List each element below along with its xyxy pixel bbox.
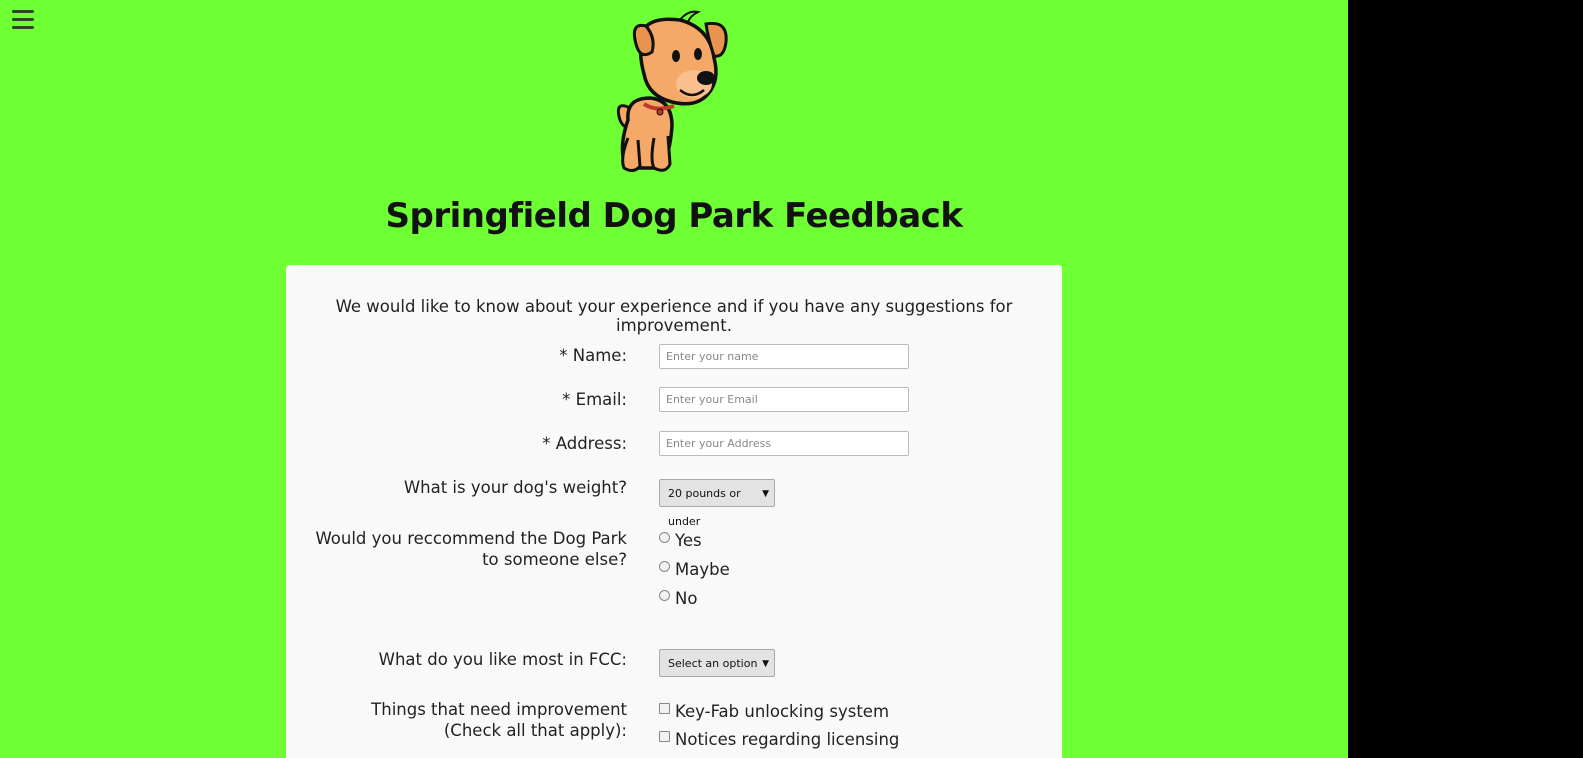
email-input[interactable] bbox=[659, 387, 909, 412]
option-label-keyfab: Key-Fab unlocking system bbox=[675, 702, 890, 721]
form-intro: We would like to know about your experie… bbox=[335, 297, 1013, 335]
address-input[interactable] bbox=[659, 431, 909, 456]
like-most-select-value: Select an option bbox=[668, 657, 758, 670]
page-title: Springfield Dog Park Feedback bbox=[385, 196, 963, 236]
recommend-label-line1: Would you reccommend the Dog Park bbox=[315, 529, 627, 548]
like-most-label: What do you like most in FCC: bbox=[378, 650, 627, 669]
recommend-label: Would you reccommend the Dog Park to som… bbox=[315, 528, 627, 570]
address-label: * Address: bbox=[542, 434, 627, 453]
option-label-no: No bbox=[675, 589, 698, 608]
email-label: * Email: bbox=[562, 390, 627, 409]
radio-maybe[interactable] bbox=[659, 561, 670, 572]
recommend-label-line2: to someone else? bbox=[482, 550, 627, 569]
option-label-yes: Yes bbox=[675, 531, 702, 550]
weight-select-value: 20 pounds or under bbox=[668, 487, 741, 528]
weight-select[interactable]: 20 pounds or under ▼ bbox=[659, 479, 775, 528]
option-label-maybe: Maybe bbox=[675, 560, 730, 579]
page: Springfield Dog Park Feedback We would l… bbox=[0, 0, 1348, 758]
hamburger-menu-icon[interactable] bbox=[12, 10, 34, 30]
checkbox-notices[interactable] bbox=[659, 731, 670, 742]
name-input[interactable] bbox=[659, 344, 909, 369]
radio-yes[interactable] bbox=[659, 532, 670, 543]
radio-no[interactable] bbox=[659, 590, 670, 601]
cartoon-dog-logo bbox=[616, 10, 728, 173]
improvement-option-keyfab[interactable]: Key-Fab unlocking system bbox=[659, 702, 889, 721]
chevron-down-icon: ▼ bbox=[762, 489, 769, 499]
name-label: * Name: bbox=[559, 346, 627, 365]
feedback-form: We would like to know about your experie… bbox=[286, 265, 1062, 758]
chevron-down-icon: ▼ bbox=[762, 659, 769, 669]
recommend-option-maybe[interactable]: Maybe bbox=[659, 560, 730, 579]
improvement-label-line2: (Check all that apply): bbox=[443, 721, 627, 740]
like-most-select[interactable]: Select an option ▼ bbox=[659, 649, 775, 677]
improvement-option-notices[interactable]: Notices regarding licensing bbox=[659, 730, 899, 749]
recommend-option-yes[interactable]: Yes bbox=[659, 531, 702, 550]
improvement-label: Things that need improvement (Check all … bbox=[371, 699, 627, 741]
checkbox-keyfab[interactable] bbox=[659, 703, 670, 714]
recommend-option-no[interactable]: No bbox=[659, 589, 697, 608]
improvement-label-line1: Things that need improvement bbox=[371, 700, 627, 719]
option-label-notices: Notices regarding licensing bbox=[675, 730, 900, 749]
weight-label: What is your dog's weight? bbox=[403, 478, 627, 497]
